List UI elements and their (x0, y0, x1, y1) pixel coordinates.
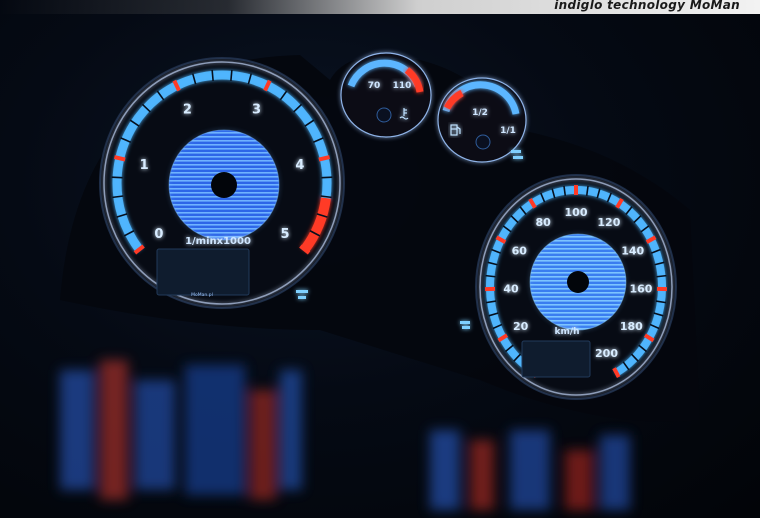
tachometer-tick-label: 3 (252, 103, 261, 118)
fuel-label-full: 1/1 (500, 126, 516, 136)
minor-tick (485, 274, 496, 278)
speedometer-needle-hub (567, 271, 589, 293)
speedometer-tick-label: 40 (503, 282, 519, 295)
temperature-needle-hub (376, 107, 392, 123)
indicator-light (513, 156, 523, 159)
speedometer-tick-label: 100 (565, 206, 588, 219)
fuel-gauge: 1/2 1/1 (437, 77, 527, 163)
tachometer-needle-hub (211, 172, 237, 198)
indicator-light (298, 296, 306, 299)
indicator-light (296, 290, 308, 293)
temperature-label-low: 70 (368, 81, 381, 91)
speedometer-tick-label: 20 (513, 320, 529, 333)
tachometer-tick-label: 0 (154, 227, 163, 242)
minor-tick (211, 69, 214, 81)
tachometer-tick-label: 1 (140, 158, 149, 173)
dashboard-reflection (60, 360, 630, 510)
minor-tick (656, 274, 667, 278)
temperature-gauge: 70 110 (340, 52, 432, 138)
speedometer-tick-label: 120 (597, 216, 620, 229)
tachometer-tick-label: 2 (183, 103, 192, 118)
minor-tick (230, 69, 233, 81)
tachometer-logo: MoMan.pl (191, 292, 213, 298)
minor-tick (321, 176, 333, 179)
speedometer-tick-label: 180 (620, 320, 643, 333)
indicator-light (511, 150, 521, 153)
tachometer-unit-label: 1/minx1000 (185, 236, 251, 247)
tachometer-tick-label: 4 (295, 158, 304, 173)
speedometer-tick-label: 60 (512, 244, 528, 257)
tachometer-tick-label: 5 (281, 227, 290, 242)
speedometer-tick-label: 160 (630, 282, 653, 295)
dashboard-photo: indiglo technology MoMan 0 1 2 3 4 5 1/m… (0, 0, 760, 518)
speedometer-tick-label: 80 (535, 216, 551, 229)
major-tick (113, 155, 126, 162)
tachometer: 0 1 2 3 4 5 1/minx1000 MoMan.pl (99, 57, 345, 309)
speedometer-tick-label: 140 (621, 244, 644, 257)
indicator-light (462, 326, 470, 329)
speedometer-unit-label: km/h (554, 327, 579, 337)
major-tick (318, 155, 331, 162)
tachometer-lcd-window (156, 248, 250, 296)
temperature-label-high: 110 (393, 81, 412, 91)
indicator-light (460, 321, 470, 324)
fuel-needle-hub (475, 134, 491, 150)
fuel-label-half: 1/2 (472, 108, 488, 118)
minor-tick (111, 176, 123, 179)
